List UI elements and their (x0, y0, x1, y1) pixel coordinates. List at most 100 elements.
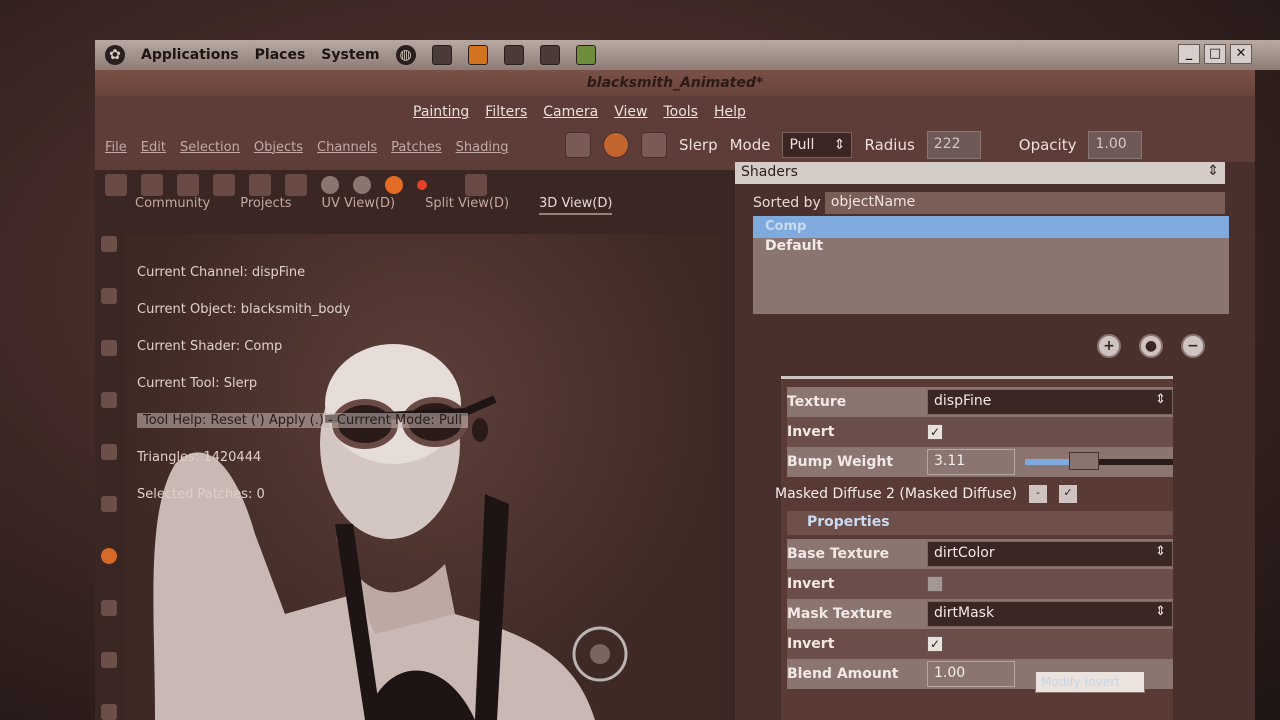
eraser-icon[interactable] (101, 704, 117, 720)
menu-file[interactable]: File (105, 140, 127, 155)
shading-smooth-icon[interactable] (353, 176, 371, 194)
sorted-by-label: Sorted by (753, 195, 821, 211)
transform-icon[interactable] (249, 174, 271, 196)
sculpt-brush-icon[interactable] (101, 548, 117, 564)
system-menu[interactable]: System (321, 47, 379, 63)
redo-icon[interactable] (213, 174, 235, 196)
properties-subheader[interactable]: Properties (787, 511, 1173, 535)
record-icon[interactable] (417, 180, 427, 190)
pan-hand-icon[interactable] (101, 340, 117, 356)
undo-icon[interactable] (177, 174, 199, 196)
select-tool-icon[interactable] (101, 236, 117, 252)
menu-shading[interactable]: Shading (456, 140, 509, 155)
blend-amount-field[interactable]: 1.00 (927, 661, 1015, 687)
tab-community[interactable]: Community (135, 196, 210, 215)
new-icon[interactable] (105, 174, 127, 196)
sculpt-tool-icon[interactable] (565, 132, 591, 158)
base-texture-row: Base Texture dirtColor ⇕ (787, 539, 1173, 569)
tooltip: Modify Invert (1035, 671, 1145, 693)
launcher-pin-icon[interactable] (539, 45, 560, 65)
places-menu[interactable]: Places (255, 47, 306, 63)
eyedropper-icon[interactable] (101, 652, 117, 668)
lasso-tool-icon[interactable] (101, 288, 117, 304)
texture-select[interactable]: dispFine ⇕ (927, 389, 1173, 415)
invert-checkbox[interactable]: ✓ (927, 424, 943, 440)
tab-3d-view[interactable]: 3D View(D) (539, 196, 613, 215)
faded-menus: File Edit Selection Objects Channels Pat… (105, 140, 508, 155)
add-shader-icon[interactable]: + (1097, 334, 1121, 358)
menu-patches[interactable]: Patches (391, 140, 441, 155)
window-title: blacksmith_Animated* (95, 70, 1255, 96)
mask-texture-select[interactable]: dirtMask ⇕ (927, 601, 1173, 627)
menu-camera[interactable]: Camera (543, 104, 598, 120)
updown-arrow-icon: ⇕ (833, 137, 846, 153)
menu-selection[interactable]: Selection (180, 140, 240, 155)
mari-window: File Edit Selection Objects Channels Pat… (95, 96, 1255, 720)
menu-channels[interactable]: Channels (317, 140, 377, 155)
opacity-field[interactable]: 1.00 (1088, 131, 1143, 159)
3d-viewport[interactable]: Current Channel: dispFine Current Object… (125, 234, 720, 720)
mode-select[interactable]: Pull ⇕ (782, 132, 853, 158)
paint-drop-icon[interactable] (101, 444, 117, 460)
invert-label: Invert (787, 424, 835, 440)
tool-name: Slerp (679, 136, 718, 154)
menu-filters[interactable]: Filters (485, 104, 527, 120)
menu-edit[interactable]: Edit (141, 140, 166, 155)
move-arrows-icon[interactable] (101, 392, 117, 408)
invert2-checkbox[interactable] (927, 576, 943, 592)
minimize-button[interactable]: _ (1178, 44, 1200, 64)
masked-diffuse-header[interactable]: Masked Diffuse 2 (Masked Diffuse) - ✓ (775, 481, 1175, 507)
menu-painting[interactable]: Painting (413, 104, 469, 120)
maximize-button[interactable]: □ (1204, 44, 1226, 64)
current-tool-text: Current Tool: Slerp (137, 376, 258, 391)
sorted-by-field[interactable]: objectName (824, 192, 1225, 214)
mode-label: Mode (729, 136, 771, 154)
invert3-checkbox[interactable]: ✓ (927, 636, 943, 652)
updown-arrow-icon[interactable]: ⇕ (1207, 163, 1219, 179)
menu-help[interactable]: Help (714, 104, 746, 120)
menu-objects[interactable]: Objects (254, 140, 303, 155)
mode-value: Pull (789, 137, 815, 153)
menu-view[interactable]: View (614, 104, 647, 120)
launcher-firefox-icon[interactable] (467, 45, 488, 65)
move-icon[interactable] (285, 174, 307, 196)
launcher-image-icon[interactable] (575, 45, 596, 65)
grab-tool-icon[interactable] (641, 132, 667, 158)
save-icon[interactable] (141, 174, 163, 196)
radius-field[interactable]: 222 (926, 131, 981, 159)
bump-weight-slider[interactable] (1025, 452, 1173, 470)
globe-icon[interactable]: ◍ (395, 45, 416, 65)
applications-menu[interactable]: Applications (141, 47, 239, 63)
close-button[interactable]: ✕ (1230, 44, 1252, 64)
menu-tools[interactable]: Tools (663, 104, 698, 120)
shading-full-icon[interactable] (385, 176, 403, 194)
gnome-top-panel: ✿ Applications Places System ◍ _ □ ✕ (95, 40, 1280, 70)
invert2-row: Invert (787, 569, 1173, 599)
gnome-foot-icon[interactable]: ✿ (105, 45, 125, 65)
mask-texture-row: Mask Texture dirtMask ⇕ (787, 599, 1173, 629)
tab-split-view[interactable]: Split View(D) (425, 196, 509, 215)
base-texture-select[interactable]: dirtColor ⇕ (927, 541, 1173, 567)
frame-icon[interactable] (465, 174, 487, 196)
pen-icon[interactable] (101, 600, 117, 616)
tab-projects[interactable]: Projects (240, 196, 291, 215)
bump-weight-field[interactable]: 3.11 (927, 449, 1015, 475)
slerp-tool-icon[interactable] (603, 132, 629, 158)
masked-diffuse-title: Masked Diffuse 2 (Masked Diffuse) (775, 486, 1017, 502)
enable-checkbox[interactable]: ✓ (1058, 485, 1077, 503)
shader-item-default[interactable]: Default (753, 238, 1229, 254)
current-shader-text: Current Shader: Comp (137, 339, 283, 354)
shaders-header[interactable]: Shaders ⇕ (735, 162, 1225, 184)
invert3-row: Invert ✓ (787, 629, 1173, 659)
opacity-label: Opacity (1018, 136, 1077, 154)
grid-icon[interactable] (101, 496, 117, 512)
launcher-terminal-icon[interactable] (503, 45, 524, 65)
shader-list-buttons: + ● − (1097, 334, 1205, 358)
duplicate-shader-icon[interactable]: ● (1139, 334, 1163, 358)
remove-shader-icon[interactable]: − (1181, 334, 1205, 358)
tab-uv-view[interactable]: UV View(D) (322, 196, 396, 215)
shading-flat-icon[interactable] (321, 176, 339, 194)
collapse-button[interactable]: - (1028, 485, 1047, 503)
launcher-files-icon[interactable] (431, 45, 452, 65)
shader-item-selected[interactable]: Comp (753, 216, 1229, 238)
